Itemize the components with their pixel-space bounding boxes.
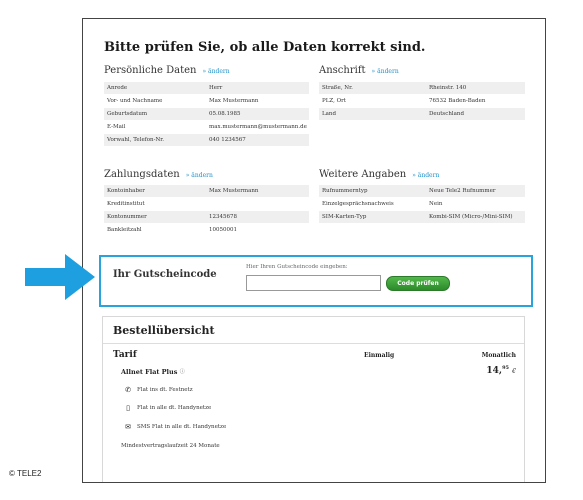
row-label: Geburtsdatum — [107, 111, 148, 117]
arrow-right-icon — [25, 254, 95, 300]
table-row: Kontonummer 12345678 — [104, 211, 309, 224]
row-value: 10050001 — [209, 227, 237, 233]
phone-icon: ✆ — [125, 386, 131, 394]
further-info-title: Weitere Angaben — [319, 169, 407, 180]
row-label: Vorwahl, Telefon-Nr. — [107, 137, 165, 143]
personal-data-heading: Persönliche Daten » ändern — [104, 65, 230, 76]
info-icon[interactable]: ⓘ — [180, 369, 185, 375]
feature-item: ▯ Flat in alle dt. Handynetze — [123, 404, 211, 412]
copyright-text: © TELE2 — [9, 469, 42, 478]
order-review-panel: Bitte prüfen Sie, ob alle Daten korrekt … — [82, 18, 546, 483]
row-label: Straße, Nr. — [322, 85, 353, 91]
row-value: Herr — [209, 85, 223, 91]
feature-text: Flat ins dt. Festnetz — [137, 387, 193, 393]
row-label: SIM-Karten-Typ — [322, 214, 367, 220]
address-edit-link[interactable]: » ändern — [372, 68, 399, 75]
table-row: Bankleitzahl 10050001 — [104, 224, 309, 237]
table-row: Vor- und Nachname Max Mustermann — [104, 95, 309, 108]
row-value: Max Mustermann — [209, 188, 259, 194]
voucher-heading: Ihr Gutscheincode — [113, 269, 217, 280]
monthly-price: 14,95 € — [486, 365, 516, 376]
row-label: Bankleitzahl — [107, 227, 142, 233]
table-row: Einzelgesprächsnachweis Nein — [319, 198, 525, 211]
order-summary-heading: Bestellübersicht — [113, 324, 215, 337]
feature-item: ✉ SMS Flat in alle dt. Handynetze — [123, 423, 226, 431]
table-row: Kreditinstitut — [104, 198, 309, 211]
row-value: Neue Tele2 Rufnummer — [429, 188, 496, 194]
row-value: Kombi-SIM (Micro-/Mini-SIM) — [429, 214, 513, 220]
row-value: Rheinstr. 140 — [429, 85, 467, 91]
payment-edit-link[interactable]: » ändern — [186, 172, 213, 179]
column-monthly: Monatlich — [481, 352, 516, 359]
row-value: 040 1234567 — [209, 137, 246, 143]
row-label: Vor- und Nachname — [107, 98, 163, 104]
row-label: Rufnummerntyp — [322, 188, 368, 194]
table-row: Land Deutschland — [319, 108, 525, 121]
payment-title: Zahlungsdaten — [104, 169, 180, 180]
further-info-heading: Weitere Angaben » ändern — [319, 169, 439, 180]
personal-data-edit-link[interactable]: » ändern — [202, 68, 229, 75]
table-row: Vorwahl, Telefon-Nr. 040 1234567 — [104, 134, 309, 147]
tariff-heading: Tarif — [113, 350, 137, 360]
personal-data-table: Anrede Herr Vor- und Nachname Max Musterma… — [104, 82, 309, 147]
table-row: SIM-Karten-Typ Kombi-SIM (Micro-/Mini-SIM… — [319, 211, 525, 224]
table-row: Kontoinhaber Max Mustermann — [104, 185, 309, 198]
table-row: Rufnummerntyp Neue Tele2 Rufnummer — [319, 185, 525, 198]
address-heading: Anschrift » ändern — [319, 65, 399, 76]
check-code-button[interactable]: Code prüfen — [386, 276, 450, 291]
row-label: Kontonummer — [107, 214, 147, 220]
row-label: Land — [322, 111, 336, 117]
voucher-box: Ihr Gutscheincode Hier Ihren Gutscheinco… — [99, 255, 533, 307]
page-title: Bitte prüfen Sie, ob alle Daten korrekt … — [104, 40, 426, 55]
row-label: Kontoinhaber — [107, 188, 145, 194]
order-summary: Bestellübersicht Tarif Einmalig Monatlic… — [102, 316, 525, 482]
table-row: Anrede Herr — [104, 82, 309, 95]
row-value: Max Mustermann — [209, 98, 259, 104]
payment-table: Kontoinhaber Max Mustermann Kreditinstitu… — [104, 185, 309, 237]
further-info-table: Rufnummerntyp Neue Tele2 Rufnummer Einzel… — [319, 185, 525, 224]
row-value: 12345678 — [209, 214, 237, 220]
price-main: 14, — [486, 366, 503, 376]
row-label: Einzelgesprächsnachweis — [322, 201, 394, 207]
table-row: PLZ, Ort 76532 Baden-Baden — [319, 95, 525, 108]
personal-data-title: Persönliche Daten — [104, 65, 197, 76]
feature-text: Flat in alle dt. Handynetze — [137, 405, 212, 411]
further-info-edit-link[interactable]: » ändern — [412, 172, 439, 179]
address-title: Anschrift — [319, 65, 366, 76]
row-label: Kreditinstitut — [107, 201, 145, 207]
table-row: Geburtsdatum 05.08.1985 — [104, 108, 309, 121]
address-table: Straße, Nr. Rheinstr. 140 PLZ, Ort 76532 B… — [319, 82, 525, 121]
minimum-term: Mindestvertragslaufzeit 24 Monate — [121, 443, 220, 449]
plan-name-text: Allnet Flat Plus — [121, 368, 178, 376]
row-label: E-Mail — [107, 124, 126, 130]
row-value: max.mustermann@mustermann.de — [209, 124, 307, 130]
table-row: E-Mail max.mustermann@mustermann.de — [104, 121, 309, 134]
feature-text: SMS Flat in alle dt. Handynetze — [137, 424, 227, 430]
row-value: 76532 Baden-Baden — [429, 98, 486, 104]
price-currency: € — [512, 368, 516, 375]
voucher-field-label: Hier Ihren Gutscheincode eingeben: — [246, 264, 348, 270]
payment-heading: Zahlungsdaten » ändern — [104, 169, 213, 180]
mail-icon: ✉ — [125, 423, 131, 431]
row-value: Deutschland — [429, 111, 464, 117]
row-label: Anrede — [107, 85, 128, 91]
row-label: PLZ, Ort — [322, 98, 346, 104]
voucher-code-input[interactable] — [246, 275, 381, 291]
row-value: Nein — [429, 201, 443, 207]
mobile-icon: ▯ — [126, 404, 130, 412]
column-once: Einmalig — [364, 352, 395, 359]
row-value: 05.08.1985 — [209, 111, 241, 117]
price-cents: 95 — [502, 365, 510, 371]
plan-name: Allnet Flat Plus ⓘ — [121, 368, 185, 376]
table-row: Straße, Nr. Rheinstr. 140 — [319, 82, 525, 95]
feature-item: ✆ Flat ins dt. Festnetz — [123, 386, 193, 394]
divider — [103, 343, 524, 344]
